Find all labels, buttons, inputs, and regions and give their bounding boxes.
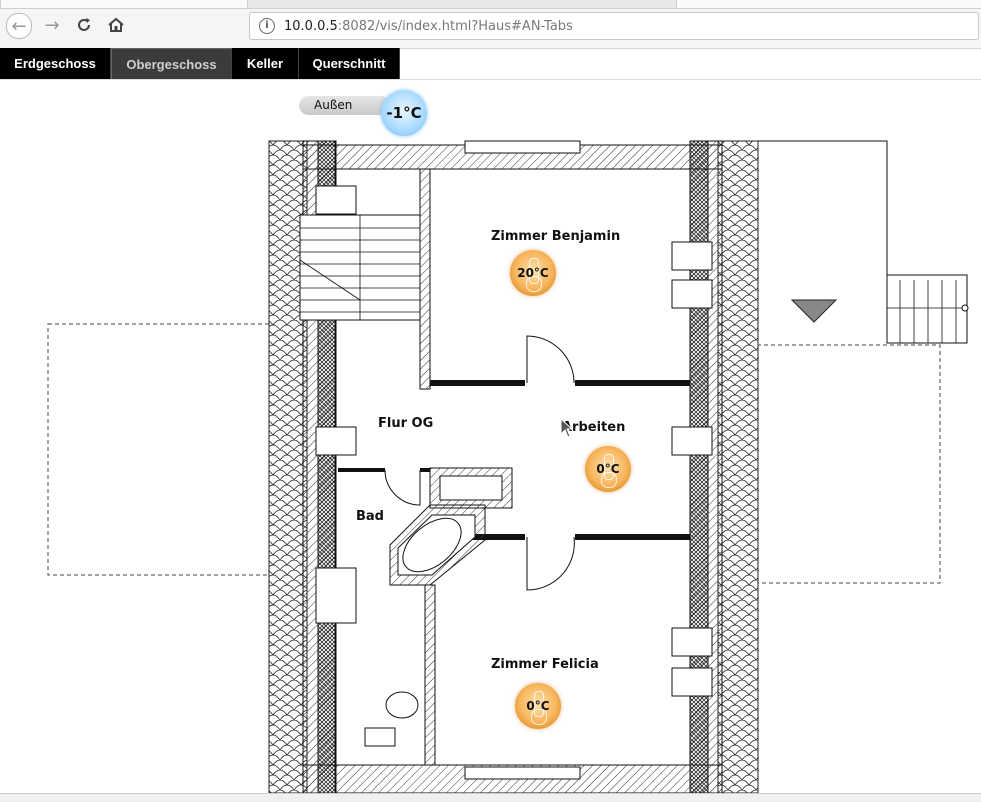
- back-arrow-icon[interactable]: ←: [6, 13, 32, 39]
- floor-plan: [47, 140, 969, 793]
- triangle-marker-icon: [790, 299, 838, 323]
- url-host: 10.0.0.5: [284, 18, 338, 34]
- roof-tiles-right: [717, 140, 759, 793]
- browser-toolbar: ← → i 10.0.0.5:8082/vis/index.html?Haus#…: [0, 0, 981, 49]
- info-icon[interactable]: i: [259, 18, 275, 34]
- browser-tabstrip: [0, 0, 981, 9]
- floor-tabs: Erdgeschoss Obergeschoss Keller Querschn…: [0, 48, 400, 80]
- temperature-badge-arbeiten[interactable]: 0°C: [585, 446, 631, 492]
- tab-obergeschoss[interactable]: Obergeschoss: [111, 48, 232, 79]
- outside-label: Außen: [299, 96, 391, 115]
- home-icon[interactable]: [104, 13, 128, 37]
- reload-icon[interactable]: [72, 13, 96, 37]
- room-label-flur: Flur OG: [378, 416, 434, 431]
- dashed-outline-left: [47, 323, 271, 576]
- temperature-value-felicia: 0°C: [526, 699, 550, 713]
- room-label-felicia: Zimmer Felicia: [491, 657, 599, 672]
- tab-keller[interactable]: Keller: [232, 48, 299, 79]
- address-bar[interactable]: i 10.0.0.5:8082/vis/index.html?Haus#AN-T…: [249, 12, 979, 40]
- forward-arrow-icon[interactable]: →: [40, 13, 64, 37]
- outside-temperature-value: -1°C: [386, 104, 422, 122]
- temperature-value-benjamin: 20°C: [517, 266, 549, 280]
- tab-erdgeschoss[interactable]: Erdgeschoss: [0, 48, 111, 79]
- browser-tab[interactable]: [676, 0, 981, 8]
- tab-querschnitt[interactable]: Querschnitt: [299, 48, 400, 79]
- room-label-benjamin: Zimmer Benjamin: [491, 229, 621, 244]
- mouse-cursor-icon: [560, 418, 574, 438]
- room-label-bad: Bad: [356, 509, 384, 524]
- temperature-badge-benjamin[interactable]: 20°C: [510, 250, 556, 296]
- outside-stairs: [886, 274, 968, 344]
- temperature-badge-felicia[interactable]: 0°C: [515, 683, 561, 729]
- outside-temperature-badge[interactable]: -1°C: [381, 90, 427, 136]
- temperature-value-arbeiten: 0°C: [596, 462, 620, 476]
- url-path: :8082/vis/index.html?Haus#AN-Tabs: [337, 18, 573, 34]
- dashed-outline-right: [757, 344, 941, 584]
- browser-tab[interactable]: [0, 0, 248, 8]
